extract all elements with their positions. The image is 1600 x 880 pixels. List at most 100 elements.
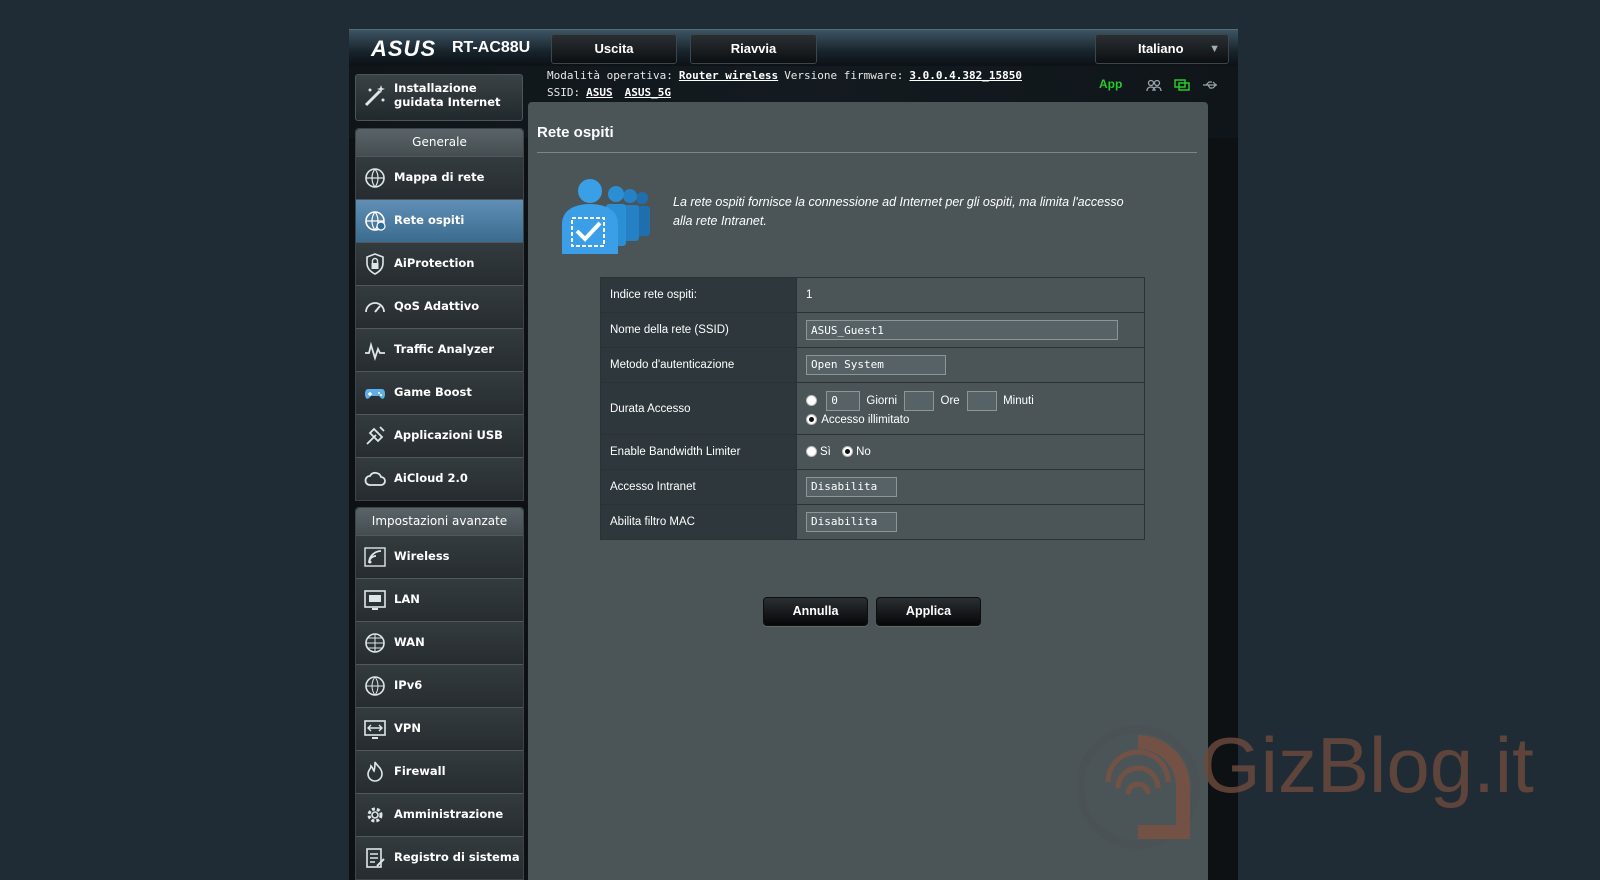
sidebar-item-label: LAN bbox=[394, 592, 420, 606]
top-bar: ASUS RT-AC88U Uscita Riavvia Italiano ▼ bbox=[349, 29, 1238, 67]
gamepad-icon bbox=[365, 389, 385, 399]
days-input[interactable] bbox=[826, 390, 861, 411]
vpn-icon bbox=[364, 720, 386, 739]
hours-input[interactable] bbox=[904, 390, 935, 411]
wireless-icon bbox=[364, 547, 386, 567]
sidebar-item-aiprotection[interactable]: AiProtection bbox=[356, 242, 523, 285]
firmware-label: Versione firmware: bbox=[784, 69, 904, 82]
sidebar-item-label: Rete ospiti bbox=[394, 213, 465, 227]
firmware-version-link[interactable]: 3.0.0.4.382_15850 bbox=[909, 69, 1022, 82]
apply-button[interactable]: Applica bbox=[876, 597, 981, 626]
sidebar-item-system-log[interactable]: Registro di sistema bbox=[356, 836, 523, 879]
sidebar-item-traffic-analyzer[interactable]: Traffic Analyzer bbox=[356, 328, 523, 371]
language-value: Italiano bbox=[1138, 41, 1184, 56]
sidebar-item-label: Traffic Analyzer bbox=[394, 342, 495, 356]
index-label: Indice rete ospiti: bbox=[600, 277, 797, 313]
sidebar-item-label: Registro di sistema bbox=[394, 850, 520, 864]
days-label: Giorni bbox=[866, 394, 898, 407]
network-map-icon bbox=[365, 168, 385, 188]
app-link[interactable]: App bbox=[1099, 77, 1122, 91]
table-row: Indice rete ospiti: 1 bbox=[600, 277, 1145, 313]
status-line: Modalità operativa: Router wireless Versio… bbox=[547, 67, 1022, 101]
sidebar-item-label: Firewall bbox=[394, 764, 446, 778]
sidebar-item-wireless[interactable]: Wireless bbox=[356, 535, 523, 578]
network-status-icon[interactable] bbox=[1174, 78, 1190, 91]
sidebar-item-aicloud[interactable]: AiCloud 2.0 bbox=[356, 457, 523, 500]
sidebar-item-firewall[interactable]: Firewall bbox=[356, 750, 523, 793]
sidebar-item-guest-network[interactable]: Rete ospiti bbox=[356, 199, 523, 242]
sidebar-item-game-boost[interactable]: Game Boost bbox=[356, 371, 523, 414]
sidebar-item-label: Mappa di rete bbox=[394, 170, 485, 184]
access-duration-label: Durata Accesso bbox=[600, 382, 797, 435]
operation-mode-link[interactable]: Router wireless bbox=[679, 69, 778, 82]
guest-settings-table: Indice rete ospiti: 1 Nome della rete (S… bbox=[600, 277, 1145, 540]
sidebar-item-label: Amministrazione bbox=[394, 807, 504, 821]
intranet-access-label: Accesso Intranet bbox=[600, 469, 797, 505]
duration-limited-radio[interactable] bbox=[806, 395, 817, 407]
sidebar-item-qos[interactable]: QoS Adattivo bbox=[356, 285, 523, 328]
sidebar-item-label: WAN bbox=[394, 635, 425, 649]
usb-app-icon bbox=[366, 426, 385, 445]
sidebar-item-label: VPN bbox=[394, 721, 421, 735]
ssid-link-24g[interactable]: ASUS bbox=[586, 86, 613, 99]
quick-setup-button[interactable]: Installazione guidata Internet bbox=[355, 74, 523, 121]
table-row: Durata Accesso Giorni Ore Minuti Accesso… bbox=[600, 382, 1145, 435]
lock-shield-icon bbox=[366, 253, 384, 275]
duration-unlimited-radio[interactable] bbox=[806, 414, 817, 426]
lan-icon bbox=[364, 590, 386, 610]
intro-text: La rete ospiti fornisce la connessione a… bbox=[673, 195, 1124, 228]
sidebar-item-lan[interactable]: LAN bbox=[356, 578, 523, 621]
bandwidth-limiter-label: Enable Bandwidth Limiter bbox=[600, 434, 797, 470]
minutes-input[interactable] bbox=[966, 390, 997, 411]
bandwidth-no-label: No bbox=[856, 445, 871, 458]
language-select[interactable]: Italiano ▼ bbox=[1095, 34, 1229, 64]
intranet-access-select[interactable]: Disabilita bbox=[806, 477, 897, 497]
sidebar-item-label: AiProtection bbox=[394, 256, 475, 270]
chevron-down-icon: ▼ bbox=[1209, 43, 1220, 55]
cloud-icon bbox=[364, 471, 386, 486]
reboot-button[interactable]: Riavvia bbox=[690, 34, 817, 64]
advanced-header: Impostazioni avanzate bbox=[356, 508, 523, 535]
table-row: Accesso Intranet Disabilita bbox=[600, 469, 1145, 505]
usb-icon[interactable] bbox=[1202, 79, 1218, 91]
mac-filter-select[interactable]: Disabilita bbox=[806, 512, 897, 532]
sidebar-item-usb-apps[interactable]: Applicazioni USB bbox=[356, 414, 523, 457]
general-header: Generale bbox=[356, 129, 523, 156]
watermark-text: GizBlog.it bbox=[1200, 721, 1534, 809]
ipv6-icon bbox=[365, 676, 385, 696]
sidebar-item-administration[interactable]: Amministrazione bbox=[356, 793, 523, 836]
gear-icon bbox=[367, 807, 383, 823]
firewall-icon bbox=[367, 761, 383, 782]
ssid-input[interactable] bbox=[806, 320, 1118, 340]
cancel-button[interactable]: Annulla bbox=[763, 597, 868, 626]
clients-icon[interactable] bbox=[1146, 79, 1162, 91]
guest-network-icon bbox=[365, 211, 386, 231]
general-menu: Generale Mappa di rete Rete ospiti AiPro… bbox=[355, 128, 524, 501]
bandwidth-no-radio[interactable] bbox=[842, 446, 854, 458]
auth-method-select[interactable]: Open System bbox=[806, 355, 946, 375]
wand-icon bbox=[364, 85, 385, 107]
ssid-field-label: Nome della rete (SSID) bbox=[600, 312, 797, 348]
page-title: Rete ospiti bbox=[537, 124, 614, 141]
ssid-link-5g[interactable]: ASUS_5G bbox=[625, 86, 671, 99]
index-value: 1 bbox=[796, 277, 1145, 313]
logout-button[interactable]: Uscita bbox=[551, 34, 677, 64]
hours-label: Ore bbox=[940, 394, 960, 407]
ssid-label: SSID: bbox=[547, 86, 581, 99]
sidebar-item-ipv6[interactable]: IPv6 bbox=[356, 664, 523, 707]
table-row: Enable Bandwidth Limiter Sì No bbox=[600, 434, 1145, 470]
table-row: Abilita filtro MAC Disabilita bbox=[600, 504, 1145, 540]
sidebar-item-vpn[interactable]: VPN bbox=[356, 707, 523, 750]
sidebar-item-label: Game Boost bbox=[394, 385, 472, 399]
watermark-logo-icon bbox=[1078, 725, 1200, 849]
auth-method-label: Metodo d'autenticazione bbox=[600, 347, 797, 383]
sidebar-item-network-map[interactable]: Mappa di rete bbox=[356, 156, 523, 199]
traffic-icon bbox=[365, 341, 385, 361]
guest-network-illustration-icon bbox=[562, 179, 650, 254]
brand-logo: ASUS bbox=[371, 36, 437, 61]
table-row: Nome della rete (SSID) bbox=[600, 312, 1145, 348]
sidebar-item-wan[interactable]: WAN bbox=[356, 621, 523, 664]
minutes-label: Minuti bbox=[1003, 394, 1034, 407]
mode-label: Modalità operativa: bbox=[547, 69, 673, 82]
bandwidth-yes-radio[interactable] bbox=[806, 446, 817, 458]
